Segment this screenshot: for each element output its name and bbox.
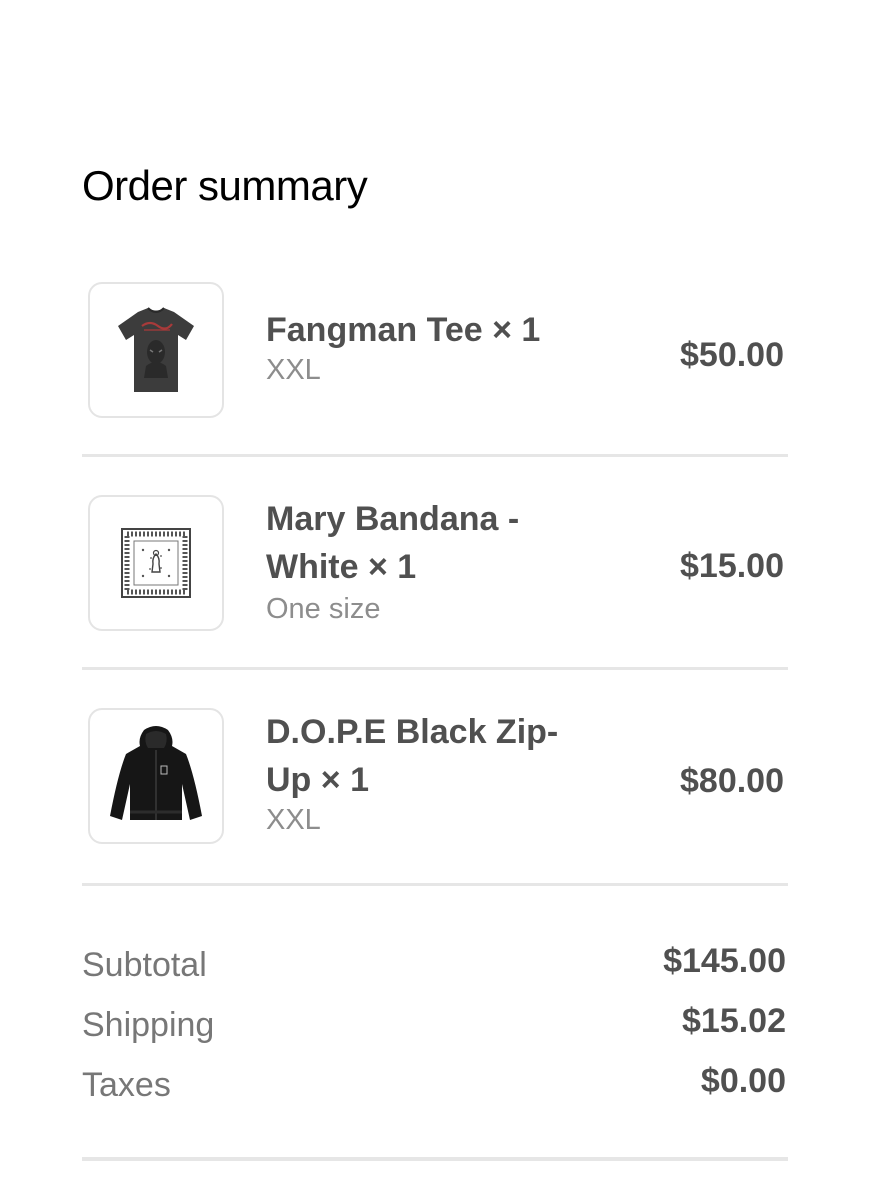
item-price: $50.00 (680, 336, 784, 374)
item-variant: One size (266, 593, 381, 625)
order-summary-page: Order summary Fangman Tee × 1 XXL $50.00 (0, 0, 870, 1200)
taxes-row: Taxes $0.00 (82, 1062, 786, 1110)
item-name: Mary Bandana - White × 1 (266, 500, 520, 586)
subtotal-row: Subtotal $145.00 (82, 942, 786, 990)
page-title: Order summary (82, 162, 368, 209)
list-item: D.O.P.E Black Zip-Up × 1 XXL $80.00 (82, 708, 788, 844)
divider (82, 1157, 788, 1161)
bandana-icon (121, 528, 191, 598)
subtotal-value: $145.00 (663, 942, 786, 980)
item-name: D.O.P.E Black Zip-Up × 1 (266, 713, 559, 799)
divider (82, 883, 788, 886)
item-price: $80.00 (680, 762, 784, 800)
taxes-value: $0.00 (700, 1062, 786, 1100)
divider (82, 454, 788, 457)
hoodie-icon (110, 726, 202, 820)
item-name: Fangman Tee × 1 (266, 311, 541, 349)
hoodie-image (88, 708, 224, 844)
tshirt-icon (118, 307, 194, 392)
item-variant: XXL (266, 354, 321, 386)
list-item: Fangman Tee × 1 XXL $50.00 (82, 282, 788, 418)
taxes-label: Taxes (82, 1066, 171, 1104)
bandana-image (88, 495, 224, 631)
tshirt-image (88, 282, 224, 418)
shipping-row: Shipping $15.02 (82, 1002, 786, 1050)
subtotal-label: Subtotal (82, 946, 207, 984)
divider (82, 667, 788, 670)
item-price: $15.00 (680, 547, 784, 585)
shipping-value: $15.02 (682, 1002, 786, 1040)
list-item: Mary Bandana - White × 1 One size $15.00 (82, 495, 788, 631)
shipping-label: Shipping (82, 1006, 215, 1044)
item-variant: XXL (266, 804, 321, 836)
